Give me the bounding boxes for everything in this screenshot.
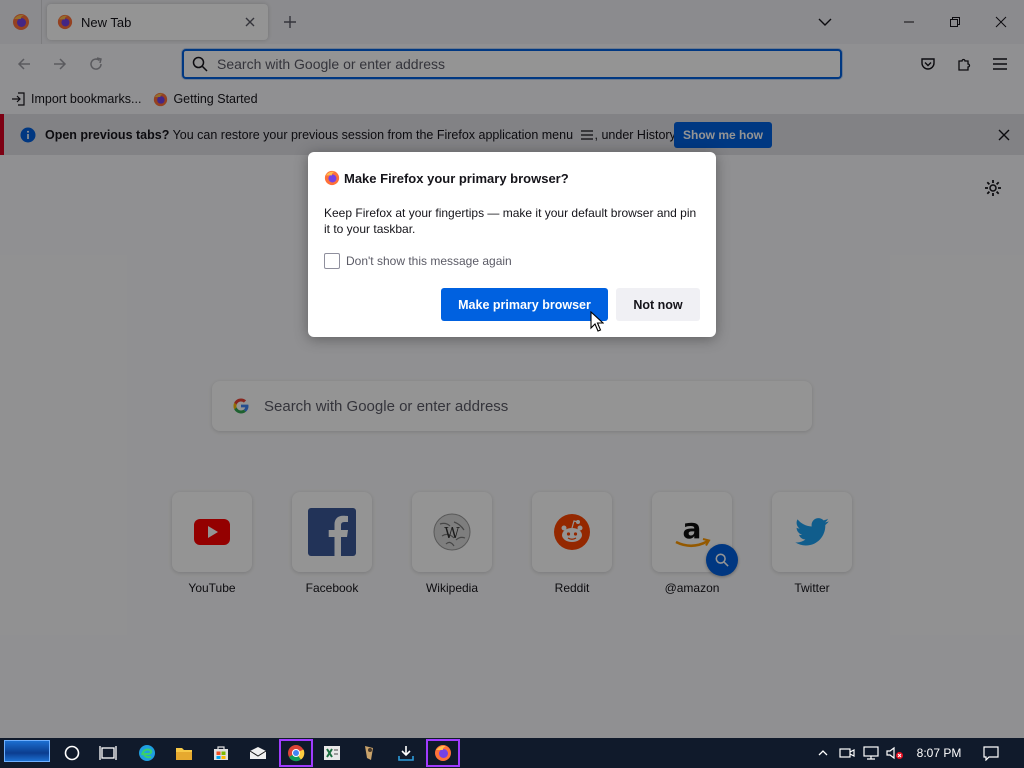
edge-icon [139, 745, 155, 761]
mouse-cursor-icon [590, 311, 604, 332]
cortana-icon [64, 745, 80, 761]
checkbox-label: Don't show this message again [346, 254, 512, 268]
volume-muted-icon [886, 746, 903, 760]
firefox-icon [324, 170, 340, 186]
make-primary-browser-button[interactable]: Make primary browser [441, 288, 608, 321]
show-hidden-icons-button[interactable] [814, 738, 832, 768]
tray-network[interactable] [861, 738, 881, 768]
clock-time: 8:07 PM [916, 746, 962, 760]
checkbox[interactable] [324, 253, 340, 269]
store-icon [214, 746, 228, 760]
start-button[interactable] [4, 740, 50, 762]
network-icon [863, 746, 879, 760]
taskbar-firefox[interactable] [426, 739, 460, 767]
app-icon [365, 746, 373, 760]
dialog-body: Keep Firefox at your fingertips — make i… [324, 206, 697, 236]
taskbar-edge[interactable] [133, 738, 161, 768]
camera-icon [839, 748, 855, 758]
not-now-button[interactable]: Not now [616, 288, 700, 321]
dialog-header: Make Firefox your primary browser? [324, 170, 569, 186]
taskbar-file-explorer[interactable] [170, 738, 198, 768]
windows-taskbar: 8:07 PM [0, 738, 1024, 768]
task-view-button[interactable] [94, 738, 122, 768]
search-taskbar-button[interactable] [58, 738, 86, 768]
folder-icon [176, 747, 192, 760]
taskbar-mail[interactable] [244, 738, 272, 768]
chrome-icon [288, 745, 305, 762]
taskbar-downloads[interactable] [392, 738, 420, 768]
taskbar-store[interactable] [207, 738, 235, 768]
notification-icon [983, 745, 999, 761]
taskbar-chrome[interactable] [279, 739, 313, 767]
taskbar-app[interactable] [355, 738, 383, 768]
firefox-icon [435, 745, 451, 761]
dont-show-checkbox[interactable]: Don't show this message again [324, 253, 512, 269]
spreadsheet-icon [324, 746, 340, 760]
tray-meet-now[interactable] [837, 738, 857, 768]
mail-icon [249, 747, 267, 759]
tray-volume[interactable] [885, 738, 905, 768]
modal-backdrop [0, 0, 1024, 738]
dialog-title: Make Firefox your primary browser? [344, 170, 569, 186]
taskbar-excel[interactable] [318, 738, 346, 768]
task-view-icon [99, 746, 117, 760]
tray-clock[interactable]: 8:07 PM [910, 738, 968, 768]
default-browser-dialog: Make Firefox your primary browser? Keep … [308, 152, 716, 337]
download-icon [398, 746, 414, 761]
chevron-up-icon [818, 750, 828, 756]
action-center-button[interactable] [980, 738, 1002, 768]
